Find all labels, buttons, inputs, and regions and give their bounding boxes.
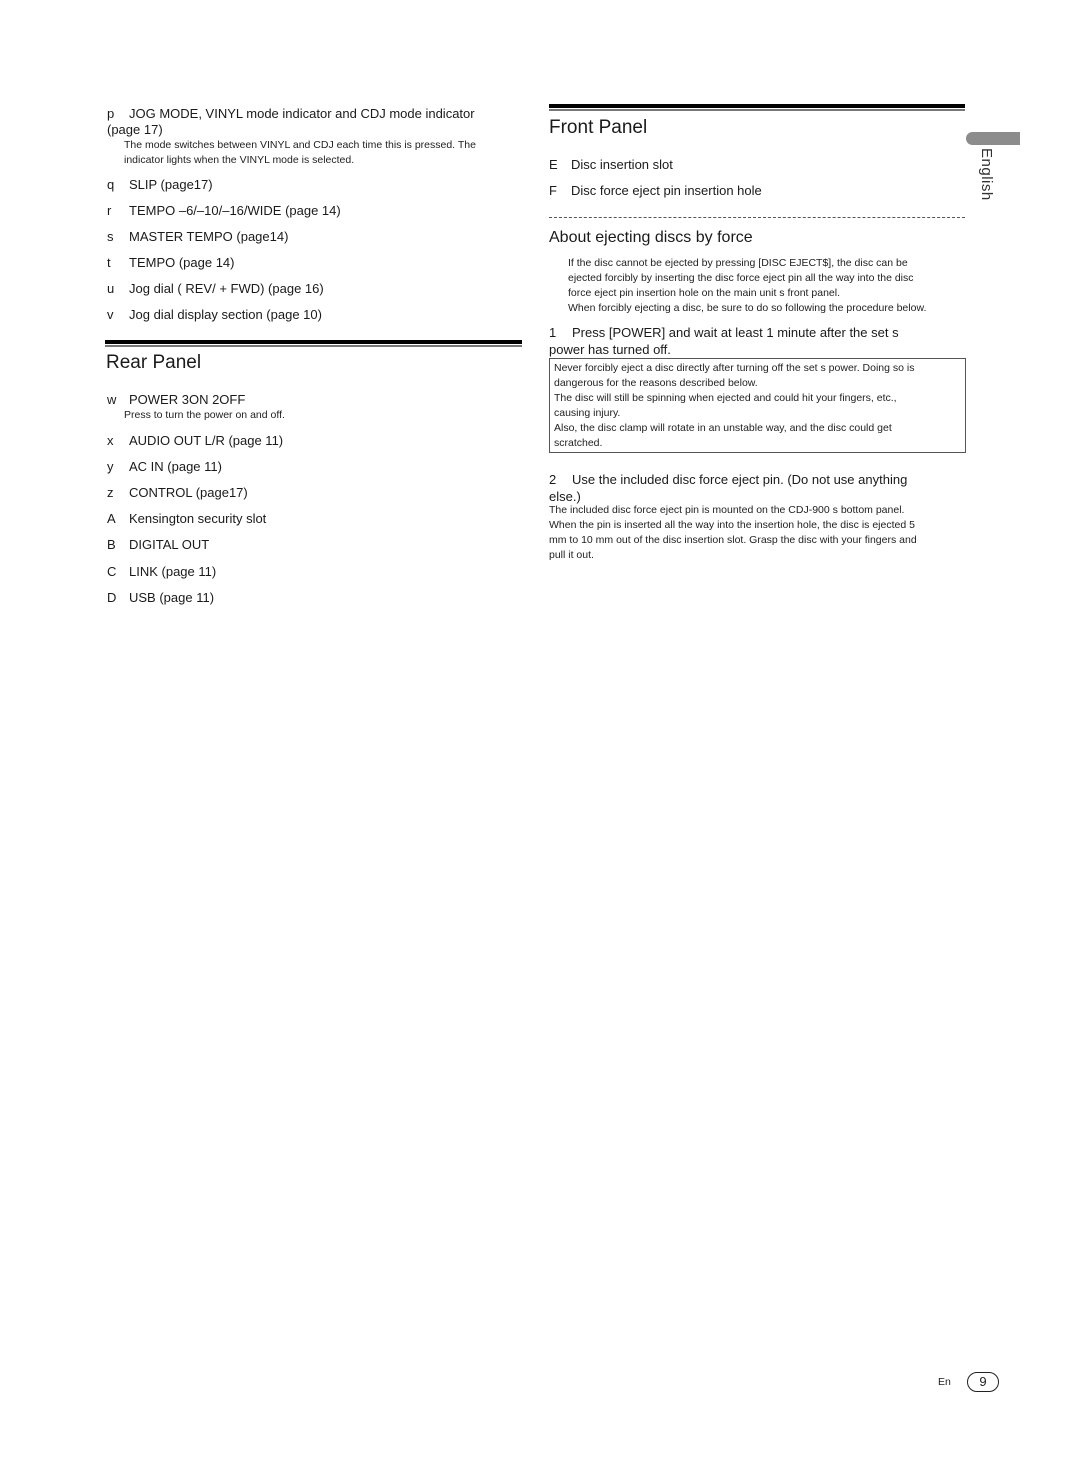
item-label: SLIP (page17) xyxy=(129,177,213,192)
item-label: Jog dial display section (page 10) xyxy=(129,307,322,322)
step-1: 1 Press [POWER] and wait at least 1 minut… xyxy=(549,324,969,358)
warning-box: Never forcibly eject a disc directly aft… xyxy=(549,358,966,453)
item-marker: z xyxy=(107,485,114,500)
front-panel-heading: Front Panel xyxy=(549,117,648,138)
item-disc-slot: E Disc insertion slot xyxy=(549,157,673,173)
item-label: CONTROL (page17) xyxy=(129,485,248,500)
item-marker: F xyxy=(549,183,557,198)
item-ac-in: y AC IN (page 11) xyxy=(107,459,222,475)
item-kensington: A Kensington security slot xyxy=(107,511,266,527)
item-power: w POWER 3ON 2OFF xyxy=(107,392,245,408)
item-marker: E xyxy=(549,157,558,172)
item-label: TEMPO (page 14) xyxy=(129,255,235,270)
item-label: Disc force eject pin insertion hole xyxy=(571,183,762,198)
item-usb: D USB (page 11) xyxy=(107,590,214,606)
item-eject-pin-hole: F Disc force eject pin insertion hole xyxy=(549,183,762,199)
dashed-divider xyxy=(549,217,965,218)
item-marker: q xyxy=(107,177,115,192)
item-marker: A xyxy=(107,511,116,526)
intro-line: When forcibly ejecting a disc, be sure t… xyxy=(568,302,927,314)
warning-line: dangerous for the reasons described belo… xyxy=(554,377,758,389)
item-marker: u xyxy=(107,281,115,296)
body-line: When the pin is inserted all the way int… xyxy=(549,519,915,531)
item-marker: r xyxy=(107,203,112,218)
body-line: The included disc force eject pin is mou… xyxy=(549,504,905,516)
language-tab-label: English xyxy=(978,148,995,201)
item-tempo: t TEMPO (page 14) xyxy=(107,255,235,271)
item-tempo-range: r TEMPO –6/–10/–16/WIDE (page 14) xyxy=(107,203,341,219)
step-2-body: The included disc force eject pin is mou… xyxy=(549,503,917,563)
item-jog-dial: u Jog dial ( REV/ + FWD) (page 16) xyxy=(107,281,324,297)
intro-line: ejected forcibly by inserting the disc f… xyxy=(568,272,914,284)
intro-line: force eject pin insertion hole on the ma… xyxy=(568,287,840,299)
warning-line: causing injury. xyxy=(554,407,621,419)
description-line: indicator lights when the VINYL mode is … xyxy=(124,154,355,166)
ejecting-heading: About ejecting discs by force xyxy=(549,229,753,246)
step-2: 2 Use the included disc force eject pin. … xyxy=(549,471,969,505)
item-slip: q SLIP (page17) xyxy=(107,177,213,193)
item-jog-display: v Jog dial display section (page 10) xyxy=(107,307,322,323)
item-label: POWER 3ON 2OFF xyxy=(129,392,246,407)
step-text: Press [POWER] and wait at least 1 minute… xyxy=(572,325,899,340)
section-rule xyxy=(549,104,965,111)
item-marker: w xyxy=(107,392,117,407)
item-marker: v xyxy=(107,307,114,322)
body-line: mm to 10 mm out of the disc insertion sl… xyxy=(549,534,917,546)
item-label: Disc insertion slot xyxy=(571,157,673,172)
item-label: USB (page 11) xyxy=(129,590,215,605)
item-label: p JOG MODE, VINYL mode indicator and CDJ … xyxy=(107,106,475,121)
section-rule xyxy=(105,340,522,347)
ejecting-intro: If the disc cannot be ejected by pressin… xyxy=(568,256,926,316)
item-label-continued: (page 17) xyxy=(107,122,163,137)
item-description: Press to turn the power on and off. xyxy=(124,409,285,421)
item-marker: s xyxy=(107,229,114,244)
warning-line: Never forcibly eject a disc directly aft… xyxy=(554,362,915,374)
item-label: AUDIO OUT L/R (page 11) xyxy=(129,433,284,448)
step-text: Use the included disc force eject pin. (… xyxy=(572,472,908,487)
item-master-tempo: s MASTER TEMPO (page14) xyxy=(107,229,288,245)
item-marker: x xyxy=(107,433,114,448)
item-marker: p xyxy=(107,106,115,121)
warning-line: scratched. xyxy=(554,437,603,449)
item-description: The mode switches between VINYL and CDJ … xyxy=(124,138,476,168)
warning-line: The disc will still be spinning when eje… xyxy=(554,392,897,404)
step-text-continued: power has turned off. xyxy=(549,342,671,357)
step-number: 2 xyxy=(549,472,557,487)
item-marker: t xyxy=(107,255,111,270)
item-digital-out: B DIGITAL OUT xyxy=(107,537,209,553)
language-tab-marker xyxy=(966,132,1020,145)
item-marker: D xyxy=(107,590,117,605)
warning-line: Also, the disc clamp will rotate in an u… xyxy=(554,422,892,434)
item-link: C LINK (page 11) xyxy=(107,564,216,580)
item-marker: B xyxy=(107,537,116,552)
item-label: DIGITAL OUT xyxy=(129,537,210,552)
item-marker: C xyxy=(107,564,117,579)
item-marker: y xyxy=(107,459,114,474)
item-label: LINK (page 11) xyxy=(129,564,217,579)
item-label: Kensington security slot xyxy=(129,511,267,526)
footer-language: En xyxy=(938,1376,951,1388)
item-label: Jog dial ( REV/ + FWD) (page 16) xyxy=(129,281,324,296)
item-label: TEMPO –6/–10/–16/WIDE (page 14) xyxy=(129,203,341,218)
body-line: pull it out. xyxy=(549,549,594,561)
item-control: z CONTROL (page17) xyxy=(107,485,248,501)
page-number: 9 xyxy=(967,1372,999,1392)
item-audio-out: x AUDIO OUT L/R (page 11) xyxy=(107,433,283,449)
intro-line: If the disc cannot be ejected by pressin… xyxy=(568,257,908,269)
item-label: AC IN (page 11) xyxy=(129,459,222,474)
description-line: The mode switches between VINYL and CDJ … xyxy=(124,139,476,151)
item-label: MASTER TEMPO (page14) xyxy=(129,229,289,244)
step-number: 1 xyxy=(549,325,557,340)
rear-panel-heading: Rear Panel xyxy=(106,352,202,373)
